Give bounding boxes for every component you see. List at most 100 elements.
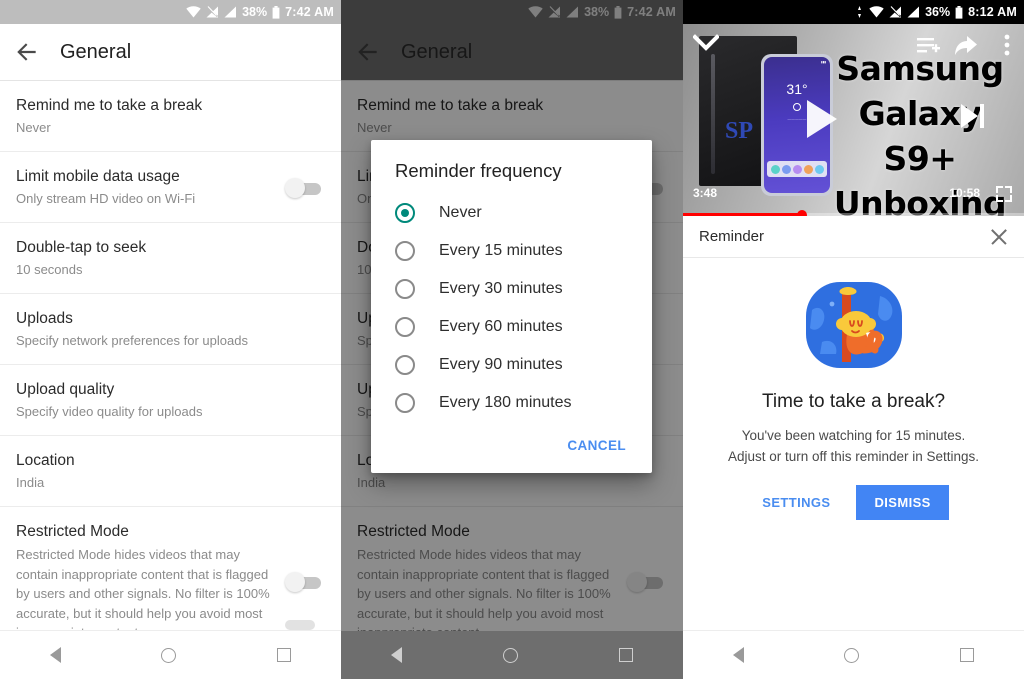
settings-list: Remind me to take a break Never Limit mo… xyxy=(0,81,341,658)
setting-row-upload-quality[interactable]: Upload quality Specify video quality for… xyxy=(0,365,341,436)
setting-row-limit-data[interactable]: Limit mobile data usage Only stream HD v… xyxy=(0,152,341,223)
nav-recents-icon[interactable] xyxy=(618,648,633,662)
nav-recents-icon[interactable] xyxy=(959,648,974,662)
video-player[interactable]: SP ▮▮▮ 31° ————— Samsung Galaxy S9+ Unbo… xyxy=(683,24,1024,216)
radio-option-15[interactable]: Every 15 minutes xyxy=(371,232,652,270)
dismiss-button[interactable]: DISMISS xyxy=(856,485,949,520)
radio-label: Every 30 minutes xyxy=(439,280,563,297)
monkey-drinking-illustration xyxy=(805,282,902,368)
chevron-down-icon[interactable] xyxy=(693,34,719,52)
radio-option-never[interactable]: Never xyxy=(371,194,652,232)
nav-recents-icon[interactable] xyxy=(276,648,291,662)
dialog-title: Reminder frequency xyxy=(395,160,562,181)
reminder-card-body: Time to take a break? You've been watchi… xyxy=(683,258,1024,520)
system-nav-bar xyxy=(341,631,683,679)
system-nav-bar xyxy=(0,631,341,679)
progress-handle[interactable] xyxy=(797,209,808,216)
limit-data-toggle[interactable] xyxy=(285,177,325,198)
dialog-actions: CANCEL xyxy=(371,422,652,467)
setting-title: Uploads xyxy=(16,310,73,327)
clock-label: 7:42 AM xyxy=(285,5,334,19)
back-arrow-icon[interactable] xyxy=(14,39,40,65)
close-icon[interactable] xyxy=(990,228,1008,246)
thumbnail-temperature: 31° xyxy=(786,81,808,97)
setting-subtitle: India xyxy=(16,475,45,490)
setting-row-double-tap-seek[interactable]: Double-tap to seek 10 seconds xyxy=(0,223,341,294)
play-icon[interactable] xyxy=(807,100,837,138)
setting-subtitle: Never xyxy=(16,120,51,135)
reminder-body-line2: Adjust or turn off this reminder in Sett… xyxy=(727,449,980,464)
restricted-mode-toggle[interactable] xyxy=(285,572,325,593)
radio-button[interactable] xyxy=(395,203,415,223)
radio-option-30[interactable]: Every 30 minutes xyxy=(371,270,652,308)
system-nav-bar xyxy=(683,631,1024,679)
setting-row-location[interactable]: Location India xyxy=(0,436,341,507)
fullscreen-icon[interactable] xyxy=(996,186,1012,202)
nav-home-icon[interactable] xyxy=(844,647,860,663)
battery-icon xyxy=(955,5,963,19)
progress-bar[interactable] xyxy=(683,209,1024,216)
nav-back-icon[interactable] xyxy=(50,647,62,663)
radio-option-90[interactable]: Every 90 minutes xyxy=(371,346,652,384)
setting-title: Restricted Mode xyxy=(16,523,129,540)
status-bar: 36% 8:12 AM xyxy=(683,0,1024,24)
setting-subtitle: 10 seconds xyxy=(16,262,83,277)
share-icon[interactable] xyxy=(954,35,978,57)
setting-title: Double-tap to seek xyxy=(16,239,147,256)
settings-button[interactable]: SETTINGS xyxy=(758,487,834,518)
signal-icon xyxy=(224,6,237,18)
cast-icon xyxy=(858,6,862,18)
cancel-button[interactable]: CANCEL xyxy=(559,432,634,459)
video-title-line2: Galaxy S9+ xyxy=(858,94,982,178)
setting-title: Limit mobile data usage xyxy=(16,168,180,185)
setting-row-uploads[interactable]: Uploads Specify network preferences for … xyxy=(0,294,341,365)
setting-subtitle: Specify video quality for uploads xyxy=(16,404,203,419)
video-player-screen: 36% 8:12 AM SP ▮▮▮ 31° ————— Samsung Gal… xyxy=(683,0,1024,679)
reminder-heading: Time to take a break? xyxy=(761,391,946,412)
reminder-body-line1: You've been watching for 15 minutes. xyxy=(741,428,966,443)
duration-label: 10:58 xyxy=(949,186,980,200)
video-title-overlay: Samsung Galaxy S9+ Unboxing xyxy=(822,46,1018,216)
settings-screen-with-dialog: 38% 7:42 AM General Remind me to take a … xyxy=(341,0,683,679)
radio-option-60[interactable]: Every 60 minutes xyxy=(371,308,652,346)
page-title: General xyxy=(60,40,132,63)
reminder-header-title: Reminder xyxy=(699,228,765,245)
setting-row-remind-break[interactable]: Remind me to take a break Never xyxy=(0,81,341,152)
setting-subtitle: Only stream HD video on Wi-Fi xyxy=(16,191,196,206)
radio-button[interactable] xyxy=(395,279,415,299)
app-bar: General xyxy=(0,24,341,80)
nav-home-icon[interactable] xyxy=(502,647,518,663)
nav-back-icon[interactable] xyxy=(733,647,745,663)
radio-button[interactable] xyxy=(395,355,415,375)
next-icon[interactable] xyxy=(961,104,984,128)
radio-option-180[interactable]: Every 180 minutes xyxy=(371,384,652,422)
radio-label: Every 90 minutes xyxy=(439,356,563,373)
radio-button[interactable] xyxy=(395,393,415,413)
radio-label: Every 180 minutes xyxy=(439,394,572,411)
setting-title: Upload quality xyxy=(16,381,115,398)
nav-home-icon[interactable] xyxy=(161,647,177,663)
radio-label: Every 60 minutes xyxy=(439,318,563,335)
nav-back-icon[interactable] xyxy=(391,647,403,663)
more-vertical-icon[interactable] xyxy=(1004,34,1010,56)
wifi-icon xyxy=(186,6,201,18)
wifi-icon xyxy=(869,6,884,18)
partial-next-row xyxy=(0,616,341,630)
add-to-queue-icon[interactable] xyxy=(916,36,940,56)
radio-button[interactable] xyxy=(395,241,415,261)
signal-icon xyxy=(907,6,920,18)
battery-percent-label: 36% xyxy=(925,5,951,19)
setting-title: Remind me to take a break xyxy=(16,97,203,114)
signal-no-sim-icon xyxy=(889,6,902,18)
setting-subtitle: Specify network preferences for uploads xyxy=(16,333,248,348)
reminder-frequency-dialog: Reminder frequency Never Every 15 minute… xyxy=(371,140,652,473)
status-bar: 38% 7:42 AM xyxy=(0,0,341,24)
settings-screen-light: 38% 7:42 AM General Remind me to take a … xyxy=(0,0,341,679)
reminder-card-header: Reminder xyxy=(683,216,1024,258)
signal-no-sim-icon xyxy=(206,6,219,18)
battery-percent-label: 38% xyxy=(242,5,268,19)
video-title-line3: Unboxing xyxy=(833,184,1007,216)
elapsed-time-label: 3:48 xyxy=(693,186,718,200)
radio-button[interactable] xyxy=(395,317,415,337)
setting-title: Location xyxy=(16,452,75,469)
